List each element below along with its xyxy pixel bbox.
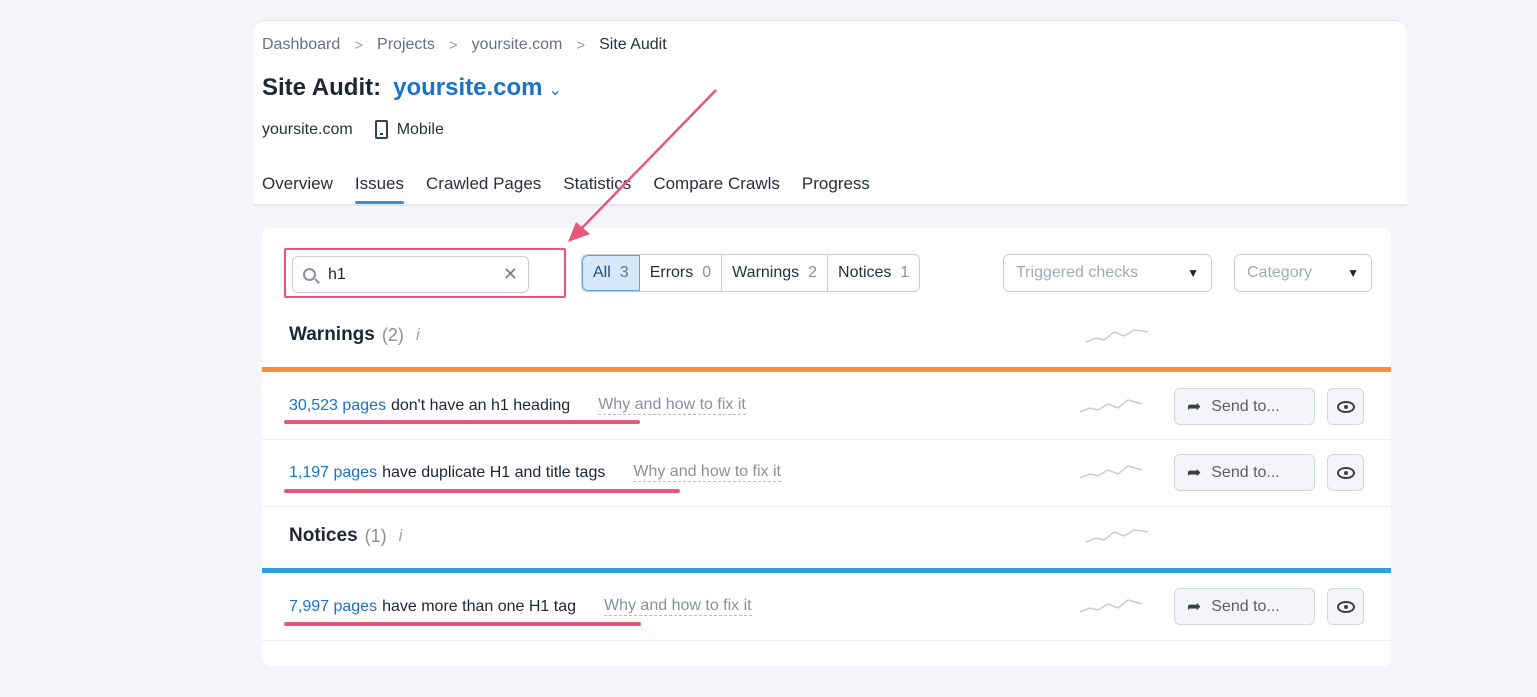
project-meta: yoursite.com Mobile <box>262 120 444 139</box>
eye-icon <box>1336 400 1355 413</box>
category-label: Category <box>1247 264 1312 281</box>
breadcrumb-projects[interactable]: Projects <box>377 36 435 54</box>
issues-card: ✕ All 3 Errors 0 Warnings 2 Notices 1 Tr… <box>262 228 1391 666</box>
chevron-down-icon: ▼ <box>1187 266 1199 280</box>
header-divider <box>253 204 1407 206</box>
tab-statistics[interactable]: Statistics <box>563 174 631 204</box>
eye-icon <box>1336 600 1355 613</box>
filter-notices-label: Notices <box>838 264 892 281</box>
send-to-label: Send to... <box>1211 597 1280 615</box>
tab-progress[interactable]: Progress <box>802 174 870 204</box>
send-to-label: Send to... <box>1211 463 1280 481</box>
search-icon <box>303 268 316 281</box>
project-selector[interactable]: yoursite.com <box>393 74 542 102</box>
issue-text: don't have an h1 heading <box>390 396 571 414</box>
filter-notices-count: 1 <box>900 264 910 281</box>
send-to-button[interactable]: ➦ Send to... <box>1174 454 1315 491</box>
tab-overview[interactable]: Overview <box>262 174 333 204</box>
issue-underline-annotation <box>284 622 641 626</box>
share-arrow-icon: ➦ <box>1187 396 1202 416</box>
group-notices-header: Notices (1) i <box>289 525 402 547</box>
why-fix-link[interactable]: Why and how to fix it <box>633 463 781 482</box>
view-button[interactable] <box>1327 454 1364 491</box>
issue-row: 1,197 pages have duplicate H1 and title … <box>289 463 781 482</box>
group-notices-count: (1) <box>364 525 387 546</box>
issue-underline-annotation <box>284 489 680 493</box>
category-dropdown[interactable]: Category ▼ <box>1234 254 1372 292</box>
send-to-button[interactable]: ➦ Send to... <box>1174 588 1315 625</box>
breadcrumb: Dashboard > Projects > yoursite.com > Si… <box>262 36 667 54</box>
send-to-button[interactable]: ➦ Send to... <box>1174 388 1315 425</box>
search-box[interactable]: ✕ <box>292 256 529 293</box>
filter-warnings-count: 2 <box>808 264 818 281</box>
breadcrumb-site[interactable]: yoursite.com <box>472 36 563 54</box>
issue-count-link[interactable]: 1,197 pages <box>289 464 377 482</box>
sparkline-icon <box>1079 465 1143 479</box>
severity-filter: All 3 Errors 0 Warnings 2 Notices 1 <box>581 254 921 292</box>
search-input[interactable] <box>328 265 498 284</box>
row-divider <box>262 640 1391 641</box>
share-arrow-icon: ➦ <box>1187 596 1202 616</box>
group-notices-title: Notices <box>289 525 358 546</box>
filter-errors-count: 0 <box>702 264 712 281</box>
breadcrumb-current: Site Audit <box>599 36 667 53</box>
warnings-severity-bar <box>262 367 1391 372</box>
issue-count-link[interactable]: 7,997 pages <box>289 598 377 616</box>
row-divider <box>262 506 1391 507</box>
info-icon[interactable]: i <box>416 325 420 345</box>
filter-all-count: 3 <box>619 264 629 281</box>
chevron-down-icon[interactable]: ⌄ <box>549 80 562 100</box>
sparkline-icon <box>1079 599 1143 613</box>
issue-text: have duplicate H1 and title tags <box>382 463 606 481</box>
phone-icon <box>374 120 388 139</box>
tab-compare-crawls[interactable]: Compare Crawls <box>653 174 780 204</box>
sparkline-icon <box>1085 529 1149 543</box>
project-domain: yoursite.com <box>262 120 353 138</box>
device-indicator: Mobile <box>374 120 444 139</box>
why-fix-link[interactable]: Why and how to fix it <box>598 396 746 415</box>
page-title-label: Site Audit: <box>262 74 382 101</box>
breadcrumb-separator-icon: > <box>576 36 586 54</box>
group-warnings-title: Warnings <box>289 324 375 345</box>
group-warnings-count: (2) <box>381 324 404 345</box>
device-label: Mobile <box>396 120 444 138</box>
clear-icon[interactable]: ✕ <box>503 264 518 285</box>
filter-errors-label: Errors <box>649 264 694 281</box>
view-button[interactable] <box>1327 388 1364 425</box>
tab-bar: Overview Issues Crawled Pages Statistics… <box>262 174 892 204</box>
row-divider <box>262 439 1391 440</box>
issue-underline-annotation <box>284 420 640 424</box>
why-fix-link[interactable]: Why and how to fix it <box>603 597 752 616</box>
sparkline-icon <box>1085 329 1149 343</box>
triggered-checks-label: Triggered checks <box>1016 264 1139 281</box>
group-warnings-header: Warnings (2) i <box>289 324 420 346</box>
breadcrumb-separator-icon: > <box>448 36 458 54</box>
send-to-label: Send to... <box>1211 397 1280 415</box>
filter-warnings[interactable]: Warnings 2 <box>722 255 829 291</box>
issue-row: 7,997 pages have more than one H1 tag Wh… <box>289 597 752 616</box>
info-icon[interactable]: i <box>399 526 403 546</box>
eye-icon <box>1336 466 1355 479</box>
page-title: Site Audit: yoursite.com ⌄ <box>262 74 562 102</box>
sparkline-icon <box>1079 399 1143 413</box>
view-button[interactable] <box>1327 588 1364 625</box>
breadcrumb-dashboard[interactable]: Dashboard <box>262 36 340 54</box>
filter-warnings-label: Warnings <box>732 264 800 281</box>
filter-notices[interactable]: Notices 1 <box>828 255 919 291</box>
share-arrow-icon: ➦ <box>1187 462 1202 482</box>
triggered-checks-dropdown[interactable]: Triggered checks ▼ <box>1003 254 1212 292</box>
tab-crawled-pages[interactable]: Crawled Pages <box>426 174 541 204</box>
issue-row: 30,523 pages don't have an h1 heading Wh… <box>289 396 746 415</box>
issue-count-link[interactable]: 30,523 pages <box>289 397 386 415</box>
filter-all-label: All <box>593 264 611 281</box>
chevron-down-icon: ▼ <box>1347 266 1359 280</box>
tab-issues[interactable]: Issues <box>354 174 405 204</box>
filter-all[interactable]: All 3 <box>582 255 640 291</box>
breadcrumb-separator-icon: > <box>354 36 364 54</box>
notices-severity-bar <box>262 568 1391 573</box>
issue-text: have more than one H1 tag <box>382 597 576 615</box>
filter-errors[interactable]: Errors 0 <box>640 255 723 291</box>
